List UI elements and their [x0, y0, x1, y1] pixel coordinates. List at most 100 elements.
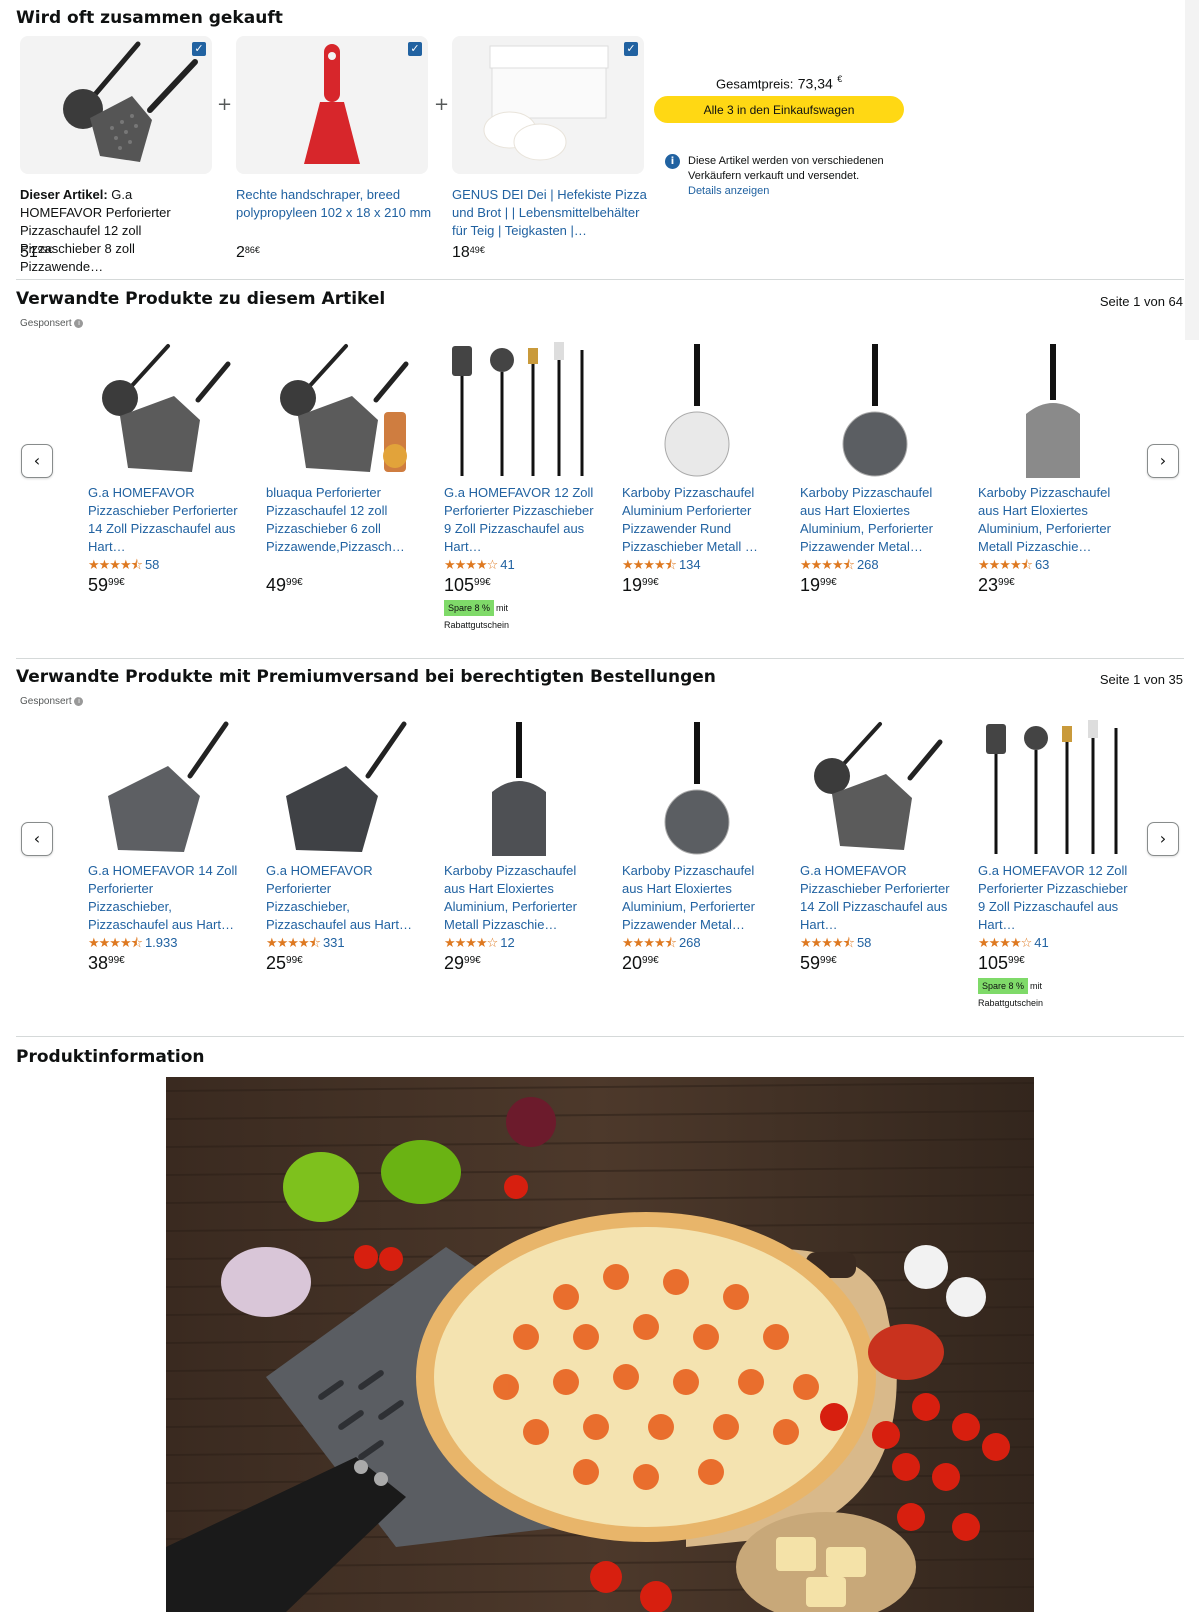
product-image[interactable]: [88, 718, 238, 858]
product-image[interactable]: [978, 340, 1128, 480]
product-image[interactable]: [88, 340, 238, 480]
star-rating-icon: ★★★★⯪: [800, 936, 855, 951]
product-image[interactable]: [622, 340, 772, 480]
add-all-to-cart-button[interactable]: Alle 3 in den Einkaufswagen: [654, 96, 904, 123]
fbt-title: Wird oft zusammen gekauft: [16, 8, 283, 28]
fbt-item-image-1[interactable]: ✓: [20, 36, 212, 174]
divider: [16, 1036, 1184, 1037]
rating[interactable]: [266, 556, 416, 573]
rating[interactable]: ★★★★☆ 12: [444, 934, 594, 951]
rating[interactable]: ★★★★⯪ 58: [800, 934, 950, 951]
product-card[interactable]: G.a HOMEFAVOR 12 Zoll Perforierter Pizza…: [978, 718, 1128, 1008]
product-image[interactable]: [444, 718, 594, 858]
fbt-item-checkbox-2[interactable]: ✓: [408, 42, 422, 56]
page-scrollbar[interactable]: [1185, 0, 1199, 340]
review-count[interactable]: 12: [500, 935, 514, 950]
product-image[interactable]: [978, 718, 1128, 858]
product-card[interactable]: G.a HOMEFAVOR Perforierter Pizzaschieber…: [266, 718, 416, 974]
product-image[interactable]: [622, 718, 772, 858]
product-title[interactable]: G.a HOMEFAVOR 14 Zoll Perforierter Pizza…: [88, 862, 238, 934]
product-title[interactable]: G.a HOMEFAVOR Pizzaschieber Perforierter…: [800, 862, 950, 934]
sponsored-label[interactable]: Gesponsert i: [20, 696, 84, 707]
sponsored-label[interactable]: Gesponsert i: [20, 318, 84, 329]
related1-prev-button[interactable]: ‹: [21, 444, 53, 478]
fbt-item-price-1: 5199€: [20, 244, 53, 261]
review-count[interactable]: 1.933: [145, 935, 178, 950]
star-rating-icon: ★★★★⯪: [622, 936, 677, 951]
related2-prev-button[interactable]: ‹: [21, 822, 53, 856]
product-title[interactable]: G.a HOMEFAVOR 12 Zoll Perforierter Pizza…: [444, 484, 594, 556]
product-title[interactable]: Karboby Pizzaschaufel aus Hart Eloxierte…: [800, 484, 950, 556]
product-price: 10599€: [444, 575, 491, 595]
product-card[interactable]: Karboby Pizzaschaufel aus Hart Eloxierte…: [622, 718, 772, 974]
review-count[interactable]: 268: [857, 557, 879, 572]
product-card[interactable]: Karboby Pizzaschaufel aus Hart Eloxierte…: [444, 718, 594, 974]
product-title[interactable]: G.a HOMEFAVOR Pizzaschieber Perforierter…: [88, 484, 238, 556]
rating[interactable]: ★★★★⯪ 134: [622, 556, 772, 573]
product-card[interactable]: G.a HOMEFAVOR 14 Zoll Perforierter Pizza…: [88, 718, 238, 974]
product-image[interactable]: [266, 340, 416, 480]
product-price: 2099€: [622, 953, 659, 973]
related2-next-button[interactable]: ›: [1147, 822, 1179, 856]
fbt-item-price-3: 1849€: [452, 244, 485, 261]
product-card[interactable]: bluaqua Perforierter Pizzaschaufel 12 zo…: [266, 340, 416, 596]
rating[interactable]: ★★★★⯪ 268: [800, 556, 950, 573]
product-title[interactable]: bluaqua Perforierter Pizzaschaufel 12 zo…: [266, 484, 416, 556]
product-card[interactable]: Karboby Pizzaschaufel aus Hart Eloxierte…: [800, 340, 950, 596]
fbt-item-title-3[interactable]: GENUS DEI Dei | Hefekiste Pizza und Brot…: [452, 186, 648, 240]
product-price: 4999€: [266, 575, 303, 595]
star-rating-icon: ★★★★☆: [444, 936, 498, 951]
star-rating-icon: ★★★★⯪: [88, 558, 143, 573]
product-card[interactable]: Karboby Pizzaschaufel aus Hart Eloxierte…: [978, 340, 1128, 596]
review-count[interactable]: 58: [145, 557, 159, 572]
review-count[interactable]: 63: [1035, 557, 1049, 572]
fbt-item-checkbox-1[interactable]: ✓: [192, 42, 206, 56]
review-count[interactable]: 41: [1034, 935, 1048, 950]
divider: [16, 279, 1184, 280]
product-card[interactable]: G.a HOMEFAVOR Pizzaschieber Perforierter…: [88, 340, 238, 596]
rating[interactable]: ★★★★⯪ 1.933: [88, 934, 238, 951]
related1-next-button[interactable]: ›: [1147, 444, 1179, 478]
plus-icon: +: [434, 94, 450, 115]
fbt-item-title-2[interactable]: Rechte handschraper, breed polypropyleen…: [236, 186, 432, 222]
this-item-label: Dieser Artikel:: [20, 187, 108, 202]
fbt-item-checkbox-3[interactable]: ✓: [624, 42, 638, 56]
review-count[interactable]: 331: [323, 935, 345, 950]
product-card[interactable]: G.a HOMEFAVOR 12 Zoll Perforierter Pizza…: [444, 340, 594, 630]
product-title[interactable]: Karboby Pizzaschaufel aus Hart Eloxierte…: [978, 484, 1128, 556]
star-rating-icon: ★★★★☆: [444, 558, 498, 573]
related1-title: Verwandte Produkte zu diesem Artikel: [16, 289, 386, 309]
review-count[interactable]: 268: [679, 935, 701, 950]
fbt-item-image-3[interactable]: ✓: [452, 36, 644, 174]
star-rating-icon: ★★★★⯪: [622, 558, 677, 573]
fbt-item-title-1[interactable]: Dieser Artikel: G.a HOMEFAVOR Perforiert…: [20, 186, 216, 276]
product-title[interactable]: G.a HOMEFAVOR Perforierter Pizzaschieber…: [266, 862, 416, 934]
plus-icon: +: [217, 94, 233, 115]
product-price: 5999€: [88, 575, 125, 595]
product-title[interactable]: Karboby Pizzaschaufel Aluminium Perforie…: [622, 484, 772, 556]
details-link[interactable]: Details anzeigen: [688, 185, 769, 197]
rating[interactable]: ★★★★⯪ 268: [622, 934, 772, 951]
product-title[interactable]: G.a HOMEFAVOR 12 Zoll Perforierter Pizza…: [978, 862, 1128, 934]
rating[interactable]: ★★★★⯪ 331: [266, 934, 416, 951]
rating[interactable]: ★★★★☆ 41: [978, 934, 1128, 951]
product-image[interactable]: [800, 340, 950, 480]
product-title[interactable]: Karboby Pizzaschaufel aus Hart Eloxierte…: [444, 862, 594, 934]
product-image[interactable]: [444, 340, 594, 480]
product-image[interactable]: [266, 718, 416, 858]
rating[interactable]: ★★★★☆ 41: [444, 556, 594, 573]
product-card[interactable]: G.a HOMEFAVOR Pizzaschieber Perforierter…: [800, 718, 950, 974]
product-image[interactable]: [800, 718, 950, 858]
rating[interactable]: ★★★★⯪ 63: [978, 556, 1128, 573]
fbt-item-image-2[interactable]: ✓: [236, 36, 428, 174]
review-count[interactable]: 134: [679, 557, 701, 572]
info-text: Diese Artikel werden von verschiedenen V…: [688, 155, 884, 197]
rating[interactable]: ★★★★⯪ 58: [88, 556, 238, 573]
review-count[interactable]: 41: [500, 557, 514, 572]
product-hero-image: [166, 1077, 1034, 1612]
product-card[interactable]: Karboby Pizzaschaufel Aluminium Perforie…: [622, 340, 772, 596]
product-title[interactable]: Karboby Pizzaschaufel aus Hart Eloxierte…: [622, 862, 772, 934]
star-rating-icon: ★★★★⯪: [800, 558, 855, 573]
review-count[interactable]: 58: [857, 935, 871, 950]
coupon-badge: Spare 8 % mit Rabattgutschein: [978, 978, 1128, 1008]
